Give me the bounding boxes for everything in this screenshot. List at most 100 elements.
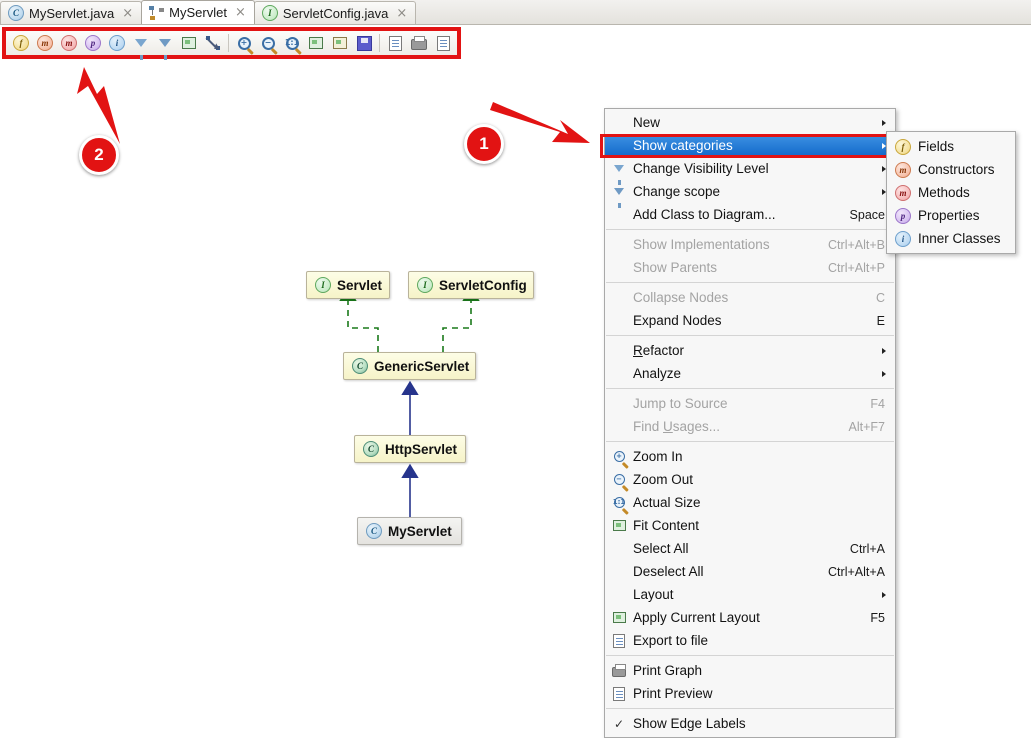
diagram-node-myservlet[interactable]: C MyServlet — [357, 517, 462, 545]
menu-item-deselect-all[interactable]: Deselect All Ctrl+Alt+A — [605, 560, 895, 583]
menu-item-zoom-in[interactable]: + Zoom In — [605, 445, 895, 468]
show-categories-submenu[interactable]: f Fields m Constructors m Methods p Properties i… — [886, 131, 1016, 254]
menu-item-label: Apply Current Layout — [633, 610, 760, 625]
show-fields-button[interactable]: f — [9, 32, 33, 54]
menu-item-label: Find Usages... — [633, 419, 721, 434]
actual-size-button[interactable]: 1:1 — [280, 32, 304, 54]
diagram-toolbar: f m m p i + −1:1 — [6, 31, 457, 60]
menu-item-shortcut: Ctrl+A — [849, 541, 885, 556]
menu-item-new[interactable]: New — [605, 111, 895, 134]
editor-tab-1[interactable]: C MyServlet.java × — [0, 1, 143, 24]
print-graph-button[interactable] — [407, 32, 431, 54]
submenu-item-properties[interactable]: p Properties — [887, 204, 1015, 227]
submenu-item-label: Properties — [918, 208, 980, 223]
menu-item-export-to-file[interactable]: Export to file — [605, 629, 895, 652]
zoom-in-icon: + — [237, 36, 251, 50]
editor-tab-bar: C MyServlet.java × MyServlet × I ServletConfig… — [0, 0, 1031, 25]
menu-item-show-categories[interactable]: Show categories — [605, 134, 895, 157]
print-preview-icon — [611, 686, 627, 702]
menu-item-analyze[interactable]: Analyze — [605, 362, 895, 385]
menu-item-label: Show categories — [633, 138, 733, 153]
interface-icon: I — [315, 277, 331, 293]
actual-size-icon: 1:1 — [612, 497, 626, 508]
menu-separator-5 — [606, 441, 894, 442]
show-constructors-button[interactable]: m — [33, 32, 57, 54]
menu-item-expand-nodes[interactable]: Expand Nodes E — [605, 309, 895, 332]
zoom-out-button[interactable]: − — [256, 32, 280, 54]
menu-item-select-all[interactable]: Select All Ctrl+A — [605, 537, 895, 560]
method-icon: m — [61, 35, 77, 51]
submenu-item-methods[interactable]: m Methods — [887, 181, 1015, 204]
submenu-item-inner-classes[interactable]: i Inner Classes — [887, 227, 1015, 250]
menu-item-label: Zoom Out — [633, 472, 694, 487]
show-dependencies-button[interactable] — [201, 32, 225, 54]
fit-content-button[interactable] — [304, 32, 328, 54]
printer-icon — [411, 36, 427, 50]
fit-content-icon — [611, 518, 627, 534]
change-scope-button[interactable] — [153, 32, 177, 60]
submenu-item-constructors[interactable]: m Constructors — [887, 158, 1015, 181]
menu-separator-7 — [606, 708, 894, 709]
menu-item-label: Show Implementations — [633, 237, 770, 252]
menu-item-label: Layout — [633, 587, 674, 602]
menu-item-shortcut: F4 — [870, 396, 885, 411]
show-methods-button[interactable]: m — [57, 32, 81, 54]
menu-item-fit-content[interactable]: Fit Content — [605, 514, 895, 537]
editor-tab-3[interactable]: I ServletConfig.java × — [253, 1, 417, 24]
close-icon[interactable]: × — [122, 7, 133, 20]
menu-item-label: Collapse Nodes — [633, 290, 729, 305]
submenu-item-label: Fields — [918, 139, 955, 154]
edge-genericservlet-implements-servlet — [339, 286, 379, 352]
diagram-node-label: MyServlet — [388, 523, 452, 539]
menu-item-refactor[interactable]: Refactor — [605, 339, 895, 362]
menu-item-label: Analyze — [633, 366, 682, 381]
menu-item-apply-current-layout[interactable]: Apply Current Layout F5 — [605, 606, 895, 629]
menu-item-add-class-to-diagram[interactable]: Add Class to Diagram... Space — [605, 203, 895, 226]
editor-tab-label: MyServlet.java — [29, 5, 115, 21]
menu-separator-2 — [606, 282, 894, 283]
diagram-node-httpservlet[interactable]: C HttpServlet — [354, 435, 466, 463]
diagram-node-servlet[interactable]: I Servlet — [306, 271, 390, 299]
annotation-badge-1: 1 — [464, 124, 504, 164]
menu-item-layout[interactable]: Layout — [605, 583, 895, 606]
show-inner-classes-button[interactable]: i — [105, 32, 129, 54]
menu-item-shortcut: Ctrl+Alt+P — [828, 260, 885, 275]
menu-item-label: Jump to Source — [633, 396, 728, 411]
menu-item-label: Fit Content — [633, 518, 700, 533]
diagram-node-label: Servlet — [337, 277, 383, 293]
diagram-node-genericservlet[interactable]: C GenericServlet — [343, 352, 476, 380]
submenu-item-label: Methods — [918, 185, 970, 200]
diagram-context-menu[interactable]: New Show categories Change Visibility Leve… — [604, 108, 896, 738]
zoom-in-button[interactable]: + — [232, 32, 256, 54]
apply-current-layout-button[interactable] — [328, 32, 352, 54]
add-node-icon — [182, 37, 196, 49]
close-icon[interactable]: × — [235, 6, 246, 19]
menu-item-print-graph[interactable]: Print Graph — [605, 659, 895, 682]
menu-item-label: Zoom In — [633, 449, 683, 464]
menu-item-zoom-out[interactable]: − Zoom Out — [605, 468, 895, 491]
menu-item-label: Expand Nodes — [633, 313, 722, 328]
property-icon: p — [85, 35, 101, 51]
menu-item-print-preview[interactable]: Print Preview — [605, 682, 895, 705]
annotation-badge-2: 2 — [79, 135, 119, 175]
menu-item-label: Print Graph — [633, 663, 703, 678]
editor-tab-2[interactable]: MyServlet × — [141, 0, 255, 24]
print-preview-button[interactable] — [431, 32, 455, 54]
submenu-item-fields[interactable]: f Fields — [887, 135, 1015, 158]
menu-item-label: Export to file — [633, 633, 709, 648]
menu-item-show-edge-labels[interactable]: ✓ Show Edge Labels — [605, 712, 895, 735]
show-properties-button[interactable]: p — [81, 32, 105, 54]
export-to-file-button[interactable] — [383, 32, 407, 54]
menu-item-collapse-nodes: Collapse Nodes C — [605, 286, 895, 309]
menu-item-actual-size[interactable]: 1:1 Actual Size — [605, 491, 895, 514]
diagram-node-servletconfig[interactable]: I ServletConfig — [408, 271, 534, 299]
constructor-icon: m — [37, 35, 53, 51]
menu-item-change-visibility-level[interactable]: Change Visibility Level — [605, 157, 895, 185]
add-class-to-diagram-button[interactable] — [177, 32, 201, 54]
menu-item-shortcut: C — [875, 290, 885, 305]
toolbar-separator — [225, 33, 232, 53]
menu-item-change-scope[interactable]: Change scope — [605, 180, 895, 208]
change-visibility-level-button[interactable] — [129, 32, 153, 60]
save-button[interactable] — [352, 32, 376, 54]
close-icon[interactable]: × — [396, 7, 407, 20]
